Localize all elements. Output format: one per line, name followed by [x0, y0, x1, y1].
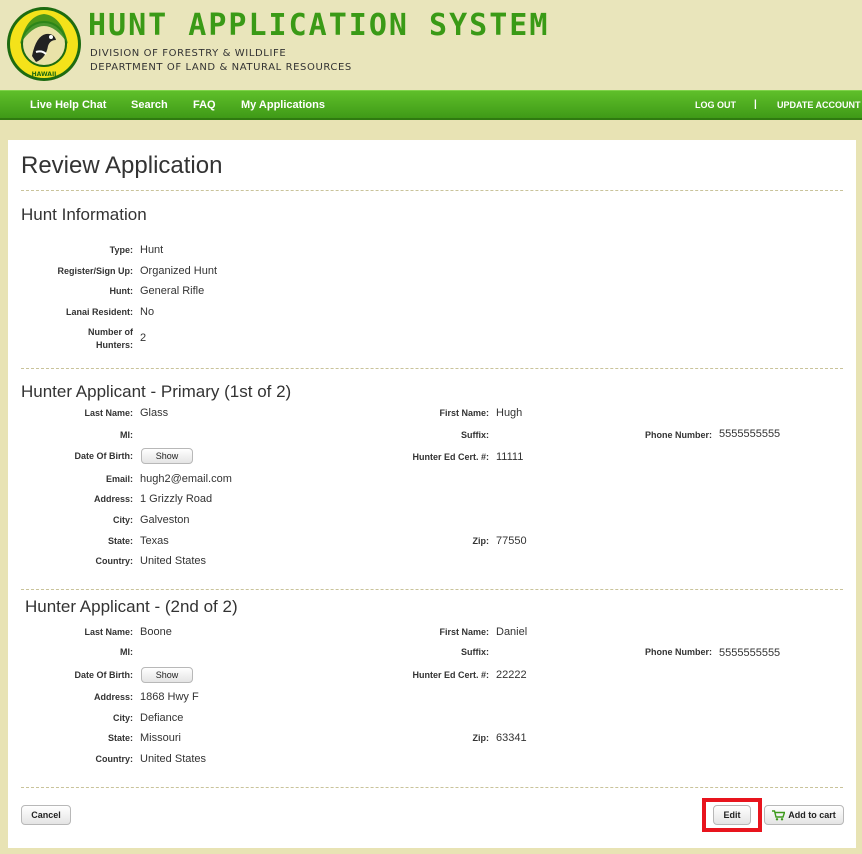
hunter1-last-name: Glass	[140, 407, 169, 419]
hunter1-city: Galveston	[140, 514, 190, 526]
hunter1-zip-label: Zip:	[472, 536, 490, 546]
hunter2-last-name-label: Last Name:	[84, 627, 133, 637]
number-of-label: Number of	[88, 327, 133, 337]
cancel-button[interactable]: Cancel	[21, 805, 71, 825]
hunter1-email-label: Email:	[105, 474, 133, 484]
divider	[21, 190, 843, 191]
hunter1-title: Hunter Applicant - Primary (1st of 2)	[21, 382, 292, 401]
cart-icon	[772, 809, 786, 820]
site-subtitle-department: DEPARTMENT OF LAND & NATURAL RESOURCES	[90, 62, 352, 73]
hunter1-country-label: Country:	[95, 556, 134, 566]
hunter2-cert: 22222	[496, 669, 527, 681]
hunter1-cert: 11111	[496, 451, 524, 463]
hunter2-first-name-label: First Name:	[439, 627, 489, 637]
add-to-cart-label: Add to cart	[788, 810, 836, 820]
hunter1-address: 1 Grizzly Road	[140, 493, 213, 505]
hunter1-address-label: Address:	[93, 494, 133, 504]
hunters-label: Hunters:	[95, 340, 133, 350]
nav-separator: |	[754, 99, 757, 110]
hunter1-last-name-label: Last Name:	[84, 408, 133, 418]
hunt-value: General Rifle	[140, 285, 205, 297]
type-label: Type:	[109, 245, 133, 255]
hunter1-phone: 5555555555	[719, 428, 781, 440]
hunter2-city: Defiance	[140, 712, 184, 724]
hunter2-address: 1868 Hwy F	[140, 691, 199, 703]
hunter1-first-name: Hugh	[496, 407, 523, 419]
nav-live-help-chat[interactable]: Live Help Chat	[30, 99, 106, 111]
svg-text:HAWAII: HAWAII	[32, 71, 57, 78]
nav-search[interactable]: Search	[131, 99, 168, 111]
hunter2-state-label: State:	[107, 733, 133, 743]
hunter2-address-label: Address:	[93, 692, 133, 702]
hunter2-mi-label: MI:	[120, 647, 133, 657]
edit-highlight-box	[702, 798, 762, 832]
hunter2-phone: 5555555555	[719, 647, 781, 659]
hunter1-phone-label: Phone Number:	[644, 430, 712, 440]
hunter1-city-label: City:	[113, 515, 133, 525]
hunter2-first-name: Daniel	[496, 626, 528, 638]
lanai-resident-label: Lanai Resident:	[65, 307, 133, 317]
site-subtitle-division: DIVISION OF FORESTRY & WILDLIFE	[90, 48, 287, 59]
hunter2-country: United States	[140, 753, 207, 765]
divider	[21, 589, 843, 590]
number-of-hunters-value: 2	[140, 332, 147, 344]
hunter2-city-label: City:	[113, 713, 133, 723]
hunter2-dob-label: Date Of Birth:	[74, 670, 134, 680]
hunter1-cert-label: Hunter Ed Cert. #:	[412, 452, 489, 462]
hunter2-cert-label: Hunter Ed Cert. #:	[412, 670, 489, 680]
register-value: Organized Hunt	[140, 265, 218, 277]
hunter1-country: United States	[140, 555, 207, 567]
page-title: Review Application	[21, 152, 223, 179]
hunter2-suffix-label: Suffix:	[461, 647, 489, 657]
nav-update-account[interactable]: UPDATE ACCOUNT	[777, 100, 861, 110]
hunter1-dob-label: Date Of Birth:	[74, 451, 134, 461]
hunter2-country-label: Country:	[95, 754, 134, 764]
divider	[21, 368, 843, 369]
nav-log-out[interactable]: LOG OUT	[695, 100, 736, 110]
main-nav: Live Help Chat Search FAQ My Application…	[0, 90, 862, 120]
add-to-cart-button[interactable]: Add to cart	[764, 805, 844, 825]
dofaw-logo-icon: HAWAII	[7, 7, 81, 81]
site-title: HUNT APPLICATION SYSTEM	[88, 8, 550, 43]
hunt-label: Hunt:	[109, 286, 134, 296]
hunter2-phone-label: Phone Number:	[644, 647, 712, 657]
hunter1-zip: 77550	[496, 535, 527, 547]
hunter2-zip-label: Zip:	[472, 733, 490, 743]
divider	[21, 787, 843, 788]
nav-my-applications[interactable]: My Applications	[241, 99, 325, 111]
hunter1-dob-show-button[interactable]: Show	[141, 448, 193, 464]
hunter2-zip: 63341	[496, 732, 527, 744]
hunter1-first-name-label: First Name:	[439, 408, 489, 418]
review-panel: Review Application Hunt Information Type…	[8, 140, 856, 848]
register-label: Register/Sign Up:	[57, 266, 133, 276]
hunter1-state: Texas	[140, 535, 169, 547]
hunter1-email: hugh2@email.com	[140, 473, 232, 485]
hunter2-state: Missouri	[140, 732, 181, 744]
hunter1-state-label: State:	[107, 536, 133, 546]
hunter1-suffix-label: Suffix:	[461, 430, 489, 440]
lanai-resident-value: No	[140, 306, 155, 318]
hunter1-mi-label: MI:	[120, 430, 133, 440]
hunter2-title: Hunter Applicant - (2nd of 2)	[25, 597, 238, 616]
hunter2-dob-show-button[interactable]: Show	[141, 667, 193, 683]
hunt-info-title: Hunt Information	[21, 205, 147, 224]
nav-faq[interactable]: FAQ	[193, 99, 216, 111]
site-header: HAWAII HUNT APPLICATION SYSTEM DIVISION …	[0, 0, 862, 90]
hunter2-last-name: Boone	[140, 626, 172, 638]
type-value: Hunt	[140, 244, 164, 256]
